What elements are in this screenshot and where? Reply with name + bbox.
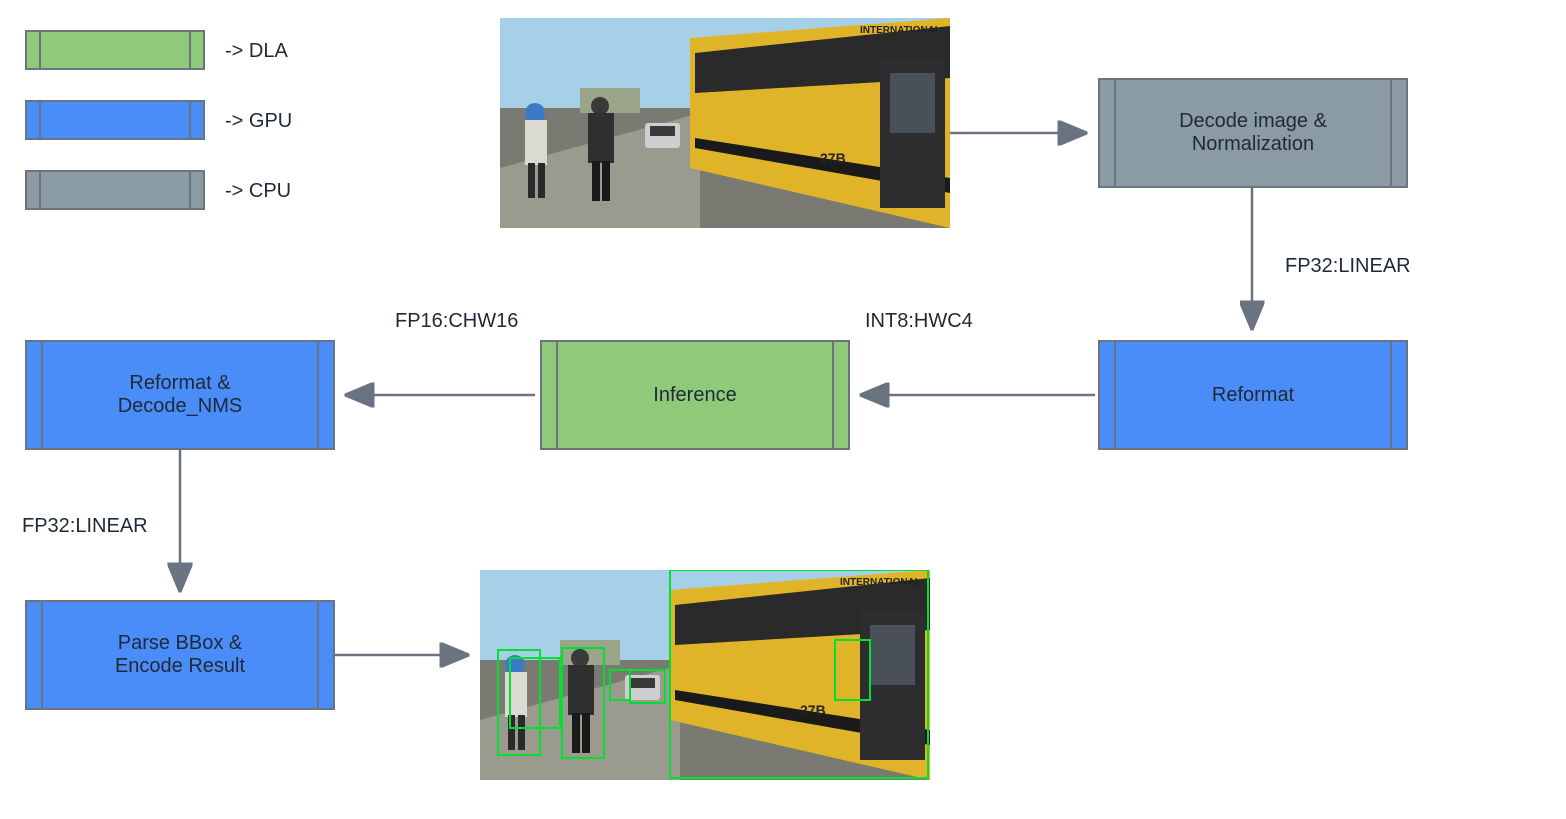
edge-label-fp32-linear-bottom: FP32:LINEAR xyxy=(22,515,148,538)
input-image: INTERNATIONAL 27B xyxy=(500,18,950,228)
legend-gpu-label: -> GPU xyxy=(225,110,292,133)
svg-text:27B: 27B xyxy=(820,150,846,166)
edge-label-fp16-chw16: FP16:CHW16 xyxy=(395,310,518,333)
arrow-input-to-decode xyxy=(950,120,1100,150)
edge-label-fp32-linear-top: FP32:LINEAR xyxy=(1285,255,1411,278)
node-reformat-nms: Reformat & Decode_NMS xyxy=(25,340,335,450)
svg-text:27B: 27B xyxy=(800,702,826,718)
legend-dla-label: -> DLA xyxy=(225,40,288,63)
node-reformat: Reformat xyxy=(1098,340,1408,450)
node-inference: Inference xyxy=(540,340,850,450)
arrow-parse-to-output xyxy=(335,640,485,670)
legend-gpu-swatch xyxy=(25,100,205,140)
node-decode-normalize: Decode image & Normalization xyxy=(1098,78,1408,188)
arrow-inference-to-nms xyxy=(335,382,545,412)
legend-cpu-label: -> CPU xyxy=(225,180,291,203)
arrow-reformat-to-inference xyxy=(850,382,1100,412)
svg-text:INTERNATIONAL: INTERNATIONAL xyxy=(860,25,941,36)
arrow-nms-to-parse xyxy=(165,450,195,605)
legend-dla-swatch xyxy=(25,30,205,70)
node-parse-bbox: Parse BBox & Encode Result xyxy=(25,600,335,710)
arrow-decode-to-reformat xyxy=(1240,188,1270,343)
legend-cpu-swatch xyxy=(25,170,205,210)
edge-label-int8-hwc4: INT8:HWC4 xyxy=(865,310,973,333)
output-image: INTERNATIONAL 27B xyxy=(480,570,930,780)
svg-text:INTERNATIONAL: INTERNATIONAL xyxy=(840,577,921,588)
